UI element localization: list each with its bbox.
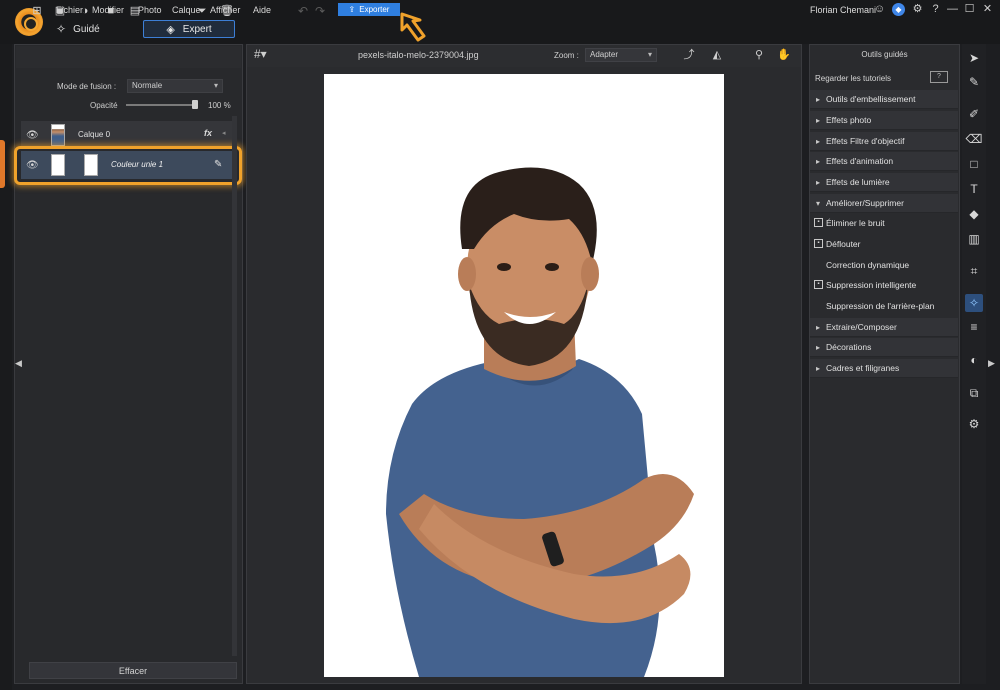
rectangle-icon[interactable]: □ (965, 155, 983, 173)
layers-scrollbar[interactable] (232, 116, 237, 656)
magic-wand-icon: ✧ (56, 22, 67, 36)
layers-icon: ◈ (166, 23, 175, 36)
tool-label: Éliminer le bruit (826, 218, 885, 228)
trash-icon[interactable]: 🗑 (220, 4, 234, 18)
select-arrow-icon[interactable]: ➤ (965, 49, 983, 67)
tab-expert[interactable]: ◈ Expert (143, 20, 235, 38)
upload-icon: ⇪ (348, 5, 356, 14)
filter-icon[interactable]: ⏷ (195, 4, 209, 18)
portrait-photo (324, 74, 724, 677)
magic-wand-tool-icon[interactable]: ✧ (965, 294, 983, 312)
tool-label: Suppression intelligente (826, 280, 917, 290)
blend-mode-label: Mode de fusion : (57, 82, 117, 91)
hand-icon[interactable]: ✋ (775, 47, 793, 63)
crop-icon[interactable]: ⌗ (965, 262, 983, 280)
file-name: pexels-italo-melo-2379004.jpg (358, 50, 479, 60)
undo-icon[interactable]: ↶ (298, 4, 308, 18)
fx-icon[interactable]: fx (204, 128, 212, 138)
tab-expert-label: Expert (182, 23, 212, 35)
layer-row-calque-0[interactable]: 👁 Calque 0 (21, 121, 233, 149)
selection-highlight (14, 146, 242, 185)
settings-gear-icon[interactable]: ⚙ (965, 415, 983, 433)
collapse-left-icon[interactable]: ◀ (15, 358, 22, 369)
opacity-slider[interactable] (126, 104, 196, 106)
chevron-left-icon: ◂ (222, 130, 226, 137)
clear-button[interactable]: Effacer (29, 662, 237, 679)
mask-icon[interactable]: ■ (104, 4, 118, 18)
rotate-icon[interactable]: ⤴ (680, 47, 698, 63)
zoom-label: Zoom : (554, 51, 579, 60)
redo-icon[interactable]: ↷ (315, 4, 325, 18)
category-enhance-remove[interactable]: Améliorer/Supprimer (810, 194, 958, 213)
opacity-value: 100 % (208, 101, 231, 110)
opacity-slider-handle[interactable] (192, 100, 198, 109)
close-icon[interactable]: ✕ (981, 3, 994, 16)
maximize-icon[interactable]: ☐ (963, 3, 976, 16)
help-icon[interactable]: ? (929, 3, 942, 16)
photo-canvas[interactable] (324, 74, 724, 677)
cloud-sync-icon[interactable]: ◆ (892, 3, 905, 16)
new-layer-icon[interactable]: ⊞ (30, 4, 44, 18)
add-image-layer-icon[interactable]: ▣ (53, 4, 67, 18)
transform-icon[interactable]: ⧉ (965, 384, 983, 402)
left-accent-bar (0, 140, 5, 188)
eraser-icon[interactable]: ⌫ (965, 130, 983, 148)
layer-menu-icon[interactable]: ▤ (128, 4, 142, 18)
tool-dynamic-correction[interactable]: Correction dynamique (810, 255, 958, 275)
user-account-icon[interactable]: ☺ (873, 3, 886, 16)
tab-guided-label: Guidé (73, 23, 100, 35)
pencil-icon[interactable]: ✐ (965, 105, 983, 123)
tool-deblur[interactable]: ▪ Déflouter (810, 234, 958, 254)
text-tool-icon[interactable]: T (965, 180, 983, 198)
opacity-label: Opacité (90, 101, 118, 110)
adjustment-layer-icon[interactable]: ◑ (78, 4, 92, 18)
category-light-effects[interactable]: Effets de lumière (810, 173, 958, 192)
tool-icon: ▪ (814, 218, 823, 227)
video-tutorial-icon[interactable]: ? (930, 71, 948, 83)
grid-icon[interactable]: #▾ (254, 47, 267, 61)
adjustments-icon[interactable]: ≡ (965, 318, 983, 336)
tutorials-link[interactable]: Regarder les tutoriels (815, 74, 891, 83)
layers-toolbar (16, 46, 241, 68)
menu-aide[interactable]: Aide (253, 5, 271, 15)
tool-label: Suppression de l'arrière-plan (826, 301, 935, 311)
tool-smart-removal[interactable]: ▪ Suppression intelligente (810, 275, 958, 295)
gradient-icon[interactable]: ▥ (965, 230, 983, 248)
collapse-right-icon[interactable]: ▶ (988, 358, 995, 369)
minimize-icon[interactable]: — (946, 3, 959, 16)
magnifier-icon[interactable]: ⚲ (750, 47, 768, 63)
category-decorations[interactable]: Décorations (810, 338, 958, 357)
tool-icon: ▪ (814, 239, 823, 248)
layer-thumbnail (51, 124, 65, 146)
flip-icon[interactable]: ◭ (708, 47, 726, 63)
tool-label: Déflouter (826, 239, 861, 249)
user-name[interactable]: Florian Chemani (810, 5, 876, 15)
category-animation[interactable]: Effets d'animation (810, 152, 958, 171)
zoom-select[interactable]: Adapter (585, 48, 657, 62)
export-label: Exporter (359, 5, 390, 14)
app-window: Fichier Modifier Photo Calque Afficher A… (0, 0, 1000, 690)
guided-tools-title: Outils guidés (861, 50, 908, 59)
brush-tool-icon[interactable]: ✎ (965, 73, 983, 91)
category-photo-effects[interactable]: Effets photo (810, 111, 958, 130)
eye-icon[interactable]: 👁 (26, 130, 39, 141)
tool-background-removal[interactable]: Suppression de l'arrière-plan (810, 296, 958, 316)
category-lens-filter[interactable]: Effets Filtre d'objectif (810, 132, 958, 151)
fill-bucket-icon[interactable]: ◆ (965, 205, 983, 223)
layer-name: Calque 0 (78, 130, 111, 139)
blend-mode-select[interactable]: Normale (127, 79, 223, 93)
tool-label: Correction dynamique (826, 260, 910, 270)
tool-noise-removal[interactable]: ▪ Éliminer le bruit (810, 213, 958, 233)
export-button[interactable]: ⇪ Exporter (338, 3, 400, 16)
tab-guided[interactable]: ✧ Guidé (56, 20, 100, 38)
category-frames-watermarks[interactable]: Cadres et filigranes (810, 359, 958, 378)
color-balance-icon[interactable]: ◐ (965, 351, 983, 369)
tool-icon: ▪ (814, 280, 823, 289)
category-extract-compose[interactable]: Extraire/Composer (810, 318, 958, 337)
category-embellishment[interactable]: Outils d'embellissement (810, 90, 958, 109)
gear-icon[interactable]: ⚙ (911, 3, 924, 16)
